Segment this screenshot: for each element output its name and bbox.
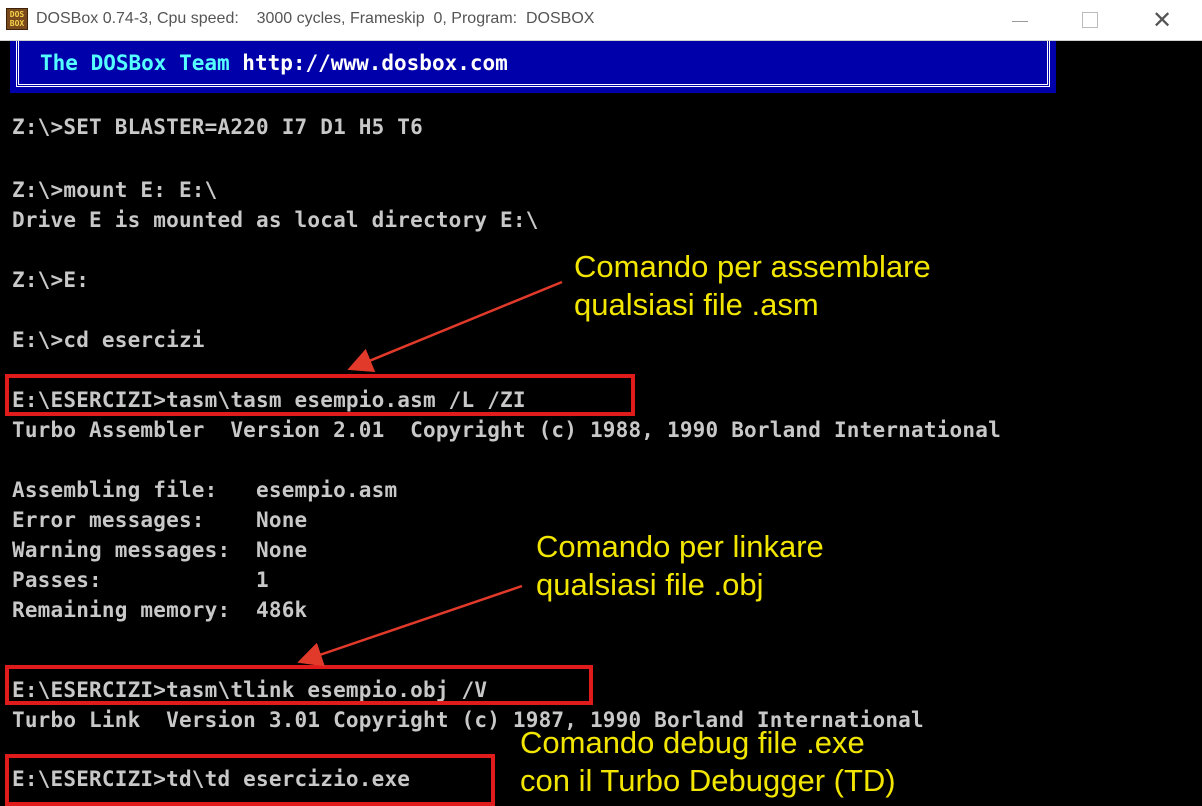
assemble-annotation: Comando per assemblare qualsiasi file .a… — [574, 249, 931, 322]
terminal-line: Warning messages: None — [12, 538, 308, 562]
debug-annotation: Comando debug file .exe con il Turbo Deb… — [520, 725, 896, 798]
terminal-line: Drive E is mounted as local directory E:… — [12, 208, 539, 232]
td-command-highlight — [5, 754, 495, 806]
banner-team: The DOSBox Team — [40, 51, 243, 75]
maximize-icon — [1082, 12, 1098, 28]
terminal-line: Z:\>E: — [12, 268, 90, 292]
dosbox-icon[interactable]: DOS BOX — [6, 8, 28, 30]
close-icon: ✕ — [1151, 6, 1173, 34]
terminal-line: Remaining memory: 486k — [12, 598, 308, 622]
terminal-line: Error messages: None — [12, 508, 308, 532]
window-titlebar: DOS BOX DOSBox 0.74-3, Cpu speed: 3000 c… — [0, 0, 1202, 41]
terminal-line: Passes: 1 — [12, 568, 269, 592]
terminal-line: E:\>cd esercizi — [12, 328, 205, 352]
terminal-line: Turbo Assembler Version 2.01 Copyright (… — [12, 418, 1001, 442]
tlink-command-highlight — [5, 665, 593, 705]
link-annotation: Comando per linkare qualsiasi file .obj — [536, 529, 824, 602]
window-title: DOSBox 0.74-3, Cpu speed: 3000 cycles, F… — [36, 10, 595, 27]
close-button[interactable]: ✕ — [1134, 0, 1190, 40]
terminal-line: Assembling file: esempio.asm — [12, 478, 398, 502]
minimize-icon — [1012, 20, 1028, 22]
terminal-line: Z:\>mount E: E:\ — [12, 178, 218, 202]
dosbox-banner: The DOSBox Team http://www.dosbox.com — [10, 41, 1056, 93]
banner-url: http://www.dosbox.com — [242, 51, 508, 75]
terminal-line: Z:\>SET BLASTER=A220 I7 D1 H5 T6 — [12, 115, 423, 139]
banner-text: The DOSBox Team http://www.dosbox.com — [40, 51, 508, 75]
minimize-button[interactable] — [992, 0, 1048, 40]
tasm-command-highlight — [5, 374, 635, 416]
maximize-button[interactable] — [1062, 0, 1118, 40]
